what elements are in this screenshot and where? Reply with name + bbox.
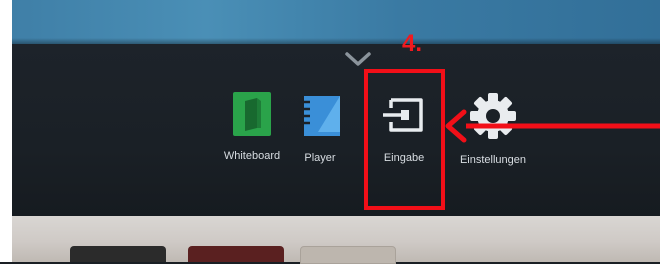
highlight-box <box>364 69 445 210</box>
player-icon <box>299 96 340 136</box>
desktop-background <box>12 0 660 44</box>
collapse-dock-chevron-icon[interactable] <box>344 50 372 70</box>
dock-app-label: Whiteboard <box>223 150 281 162</box>
bezel-button <box>188 246 284 262</box>
pointer-arrow-icon <box>445 109 660 143</box>
dock-app-whiteboard[interactable]: Whiteboard <box>208 92 296 162</box>
dock-app-label: Einstellungen <box>459 154 527 166</box>
step-number-label: 4. <box>402 30 423 57</box>
bezel-button <box>300 246 396 264</box>
dock-app-player[interactable]: Player <box>292 92 348 164</box>
bezel-button <box>70 246 166 262</box>
dock-app-label: Player <box>304 152 336 164</box>
whiteboard-icon <box>233 92 271 136</box>
